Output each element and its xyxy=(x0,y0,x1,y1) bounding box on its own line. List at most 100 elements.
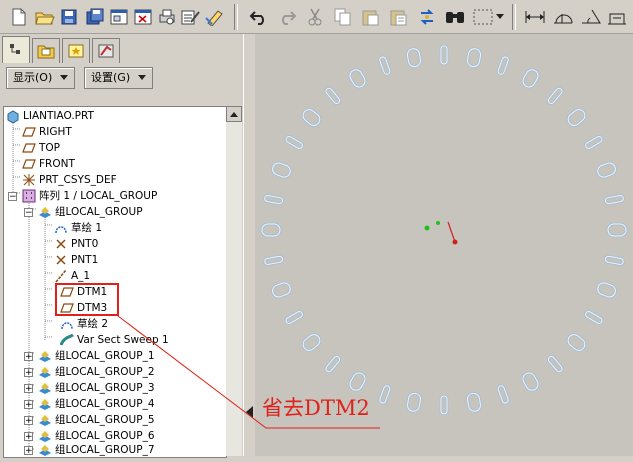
tree-item-coordinate-system[interactable]: PRT_CSYS_DEF xyxy=(22,172,117,188)
sketch-icon xyxy=(60,317,74,331)
datum-plane-icon xyxy=(22,125,36,139)
paste-icon[interactable] xyxy=(360,6,382,28)
collapse-toggle[interactable]: − xyxy=(8,192,17,202)
tab-model-tree[interactable] xyxy=(2,36,30,63)
tree-scrollbar[interactable] xyxy=(226,106,242,456)
chain-link xyxy=(496,55,510,76)
cut-icon[interactable] xyxy=(304,6,326,28)
group-icon xyxy=(38,397,52,411)
collapse-arrow-icon[interactable] xyxy=(245,406,255,418)
tree-item-pattern[interactable]: 阵列 1 / LOCAL_GROUP xyxy=(22,188,157,204)
tab-favorites[interactable] xyxy=(62,38,90,63)
group-icon xyxy=(38,443,52,457)
toolbar-separator xyxy=(234,4,238,30)
sweep-icon xyxy=(59,333,74,347)
sketch-icon xyxy=(54,221,68,235)
copy-icon[interactable] xyxy=(332,6,354,28)
datum-axis-icon xyxy=(54,269,68,283)
scroll-up-arrow-icon[interactable] xyxy=(226,106,242,122)
show-menu-label: 显示(O) xyxy=(13,71,53,84)
tree-item-datum-point-1[interactable]: PNT1 xyxy=(54,252,98,268)
chain-link xyxy=(324,355,342,374)
dimension-icon[interactable] xyxy=(524,6,546,28)
expand-toggle[interactable]: + xyxy=(24,352,33,362)
expand-toggle[interactable]: + xyxy=(24,384,33,394)
tree-item-datum-plane-right[interactable]: RIGHT xyxy=(22,124,72,140)
group-icon xyxy=(38,429,52,443)
group-icon xyxy=(38,413,52,427)
tree-item-datum-axis[interactable]: A_1 xyxy=(54,268,90,284)
graphics-viewport[interactable] xyxy=(255,34,633,456)
chevron-down-icon xyxy=(137,75,146,80)
tools-icon[interactable] xyxy=(606,6,628,28)
undo-icon[interactable] xyxy=(248,6,270,28)
tree-item-datum-point-0[interactable]: PNT0 xyxy=(54,236,98,252)
tree-item-group[interactable]: 组LOCAL_GROUP_4 xyxy=(38,396,155,412)
tree-item-sketch-2[interactable]: 草绘 2 xyxy=(60,316,108,332)
tab-connections[interactable] xyxy=(92,38,120,63)
expand-toggle[interactable]: + xyxy=(24,416,33,426)
edit-icon[interactable] xyxy=(204,6,226,28)
tab-folder-browser[interactable] xyxy=(32,38,60,63)
chain-link xyxy=(439,394,449,416)
angle-icon[interactable] xyxy=(580,6,602,28)
group-icon xyxy=(38,381,52,395)
tree-item-group[interactable]: 组LOCAL_GROUP_1 xyxy=(38,348,155,364)
open-icon[interactable] xyxy=(34,6,56,28)
tree-item-sketch-1[interactable]: 草绘 1 xyxy=(54,220,102,236)
paste-special-icon[interactable] xyxy=(388,6,410,28)
close-window-icon[interactable] xyxy=(132,6,154,28)
select-box-icon[interactable] xyxy=(472,6,494,28)
csys-origin-dot xyxy=(452,239,458,245)
expand-toggle[interactable]: + xyxy=(24,446,33,456)
csys-point-dot xyxy=(436,221,440,225)
tree-item-var-sect-sweep[interactable]: Var Sect Sweep 1 xyxy=(59,332,169,348)
chain-link xyxy=(324,86,342,105)
expand-toggle[interactable]: + xyxy=(24,368,33,378)
expand-toggle[interactable]: + xyxy=(24,400,33,410)
chain-link xyxy=(546,355,564,374)
tree-item-group[interactable]: 组LOCAL_GROUP_5 xyxy=(38,412,155,428)
annotation-text: 省去DTM2 xyxy=(262,396,370,420)
chain-link xyxy=(439,44,449,66)
tree-item-datum-plane-top[interactable]: TOP xyxy=(22,140,60,156)
group-icon xyxy=(38,205,52,219)
print-icon[interactable] xyxy=(156,6,178,28)
highlight-box xyxy=(55,283,119,316)
tree-item-part-root[interactable]: LIANTIAO.PRT xyxy=(6,108,94,124)
chain-link xyxy=(378,384,392,405)
dropdown-icon[interactable] xyxy=(494,6,506,28)
tree-item-group[interactable]: 组LOCAL_GROUP_2 xyxy=(38,364,155,380)
collapse-toggle[interactable]: − xyxy=(24,208,33,218)
datum-point-icon xyxy=(54,253,68,267)
csys-axis-line xyxy=(447,221,456,243)
toolbar-separator xyxy=(512,4,516,30)
redo-icon[interactable] xyxy=(276,6,298,28)
regen-icon[interactable] xyxy=(180,6,202,28)
datum-point-icon xyxy=(54,237,68,251)
save-icon[interactable] xyxy=(58,6,80,28)
show-menu-button[interactable]: 显示(O) xyxy=(6,67,75,89)
new-file-icon[interactable] xyxy=(8,6,30,28)
find-icon[interactable] xyxy=(444,6,466,28)
tree-item-group[interactable]: 组LOCAL_GROUP xyxy=(38,204,143,220)
measure-icon[interactable] xyxy=(552,6,574,28)
settings-menu-button[interactable]: 设置(G) xyxy=(84,67,153,89)
window-icon[interactable] xyxy=(108,6,130,28)
save-copy-icon[interactable] xyxy=(84,6,106,28)
expand-toggle[interactable]: + xyxy=(24,432,33,442)
part-icon xyxy=(6,109,20,124)
chain-link xyxy=(378,55,392,76)
group-icon xyxy=(38,365,52,379)
chain-link xyxy=(606,222,628,238)
tree-item-group[interactable]: 组LOCAL_GROUP_3 xyxy=(38,380,155,396)
datum-plane-icon xyxy=(22,141,36,155)
pattern-icon xyxy=(22,189,36,203)
chain-model xyxy=(260,44,628,416)
regenerate-icon[interactable] xyxy=(416,6,438,28)
chain-link xyxy=(496,384,510,405)
chevron-down-icon xyxy=(59,75,68,80)
chain-link xyxy=(546,86,564,105)
chain-link xyxy=(260,222,282,238)
tree-item-datum-plane-front[interactable]: FRONT xyxy=(22,156,75,172)
